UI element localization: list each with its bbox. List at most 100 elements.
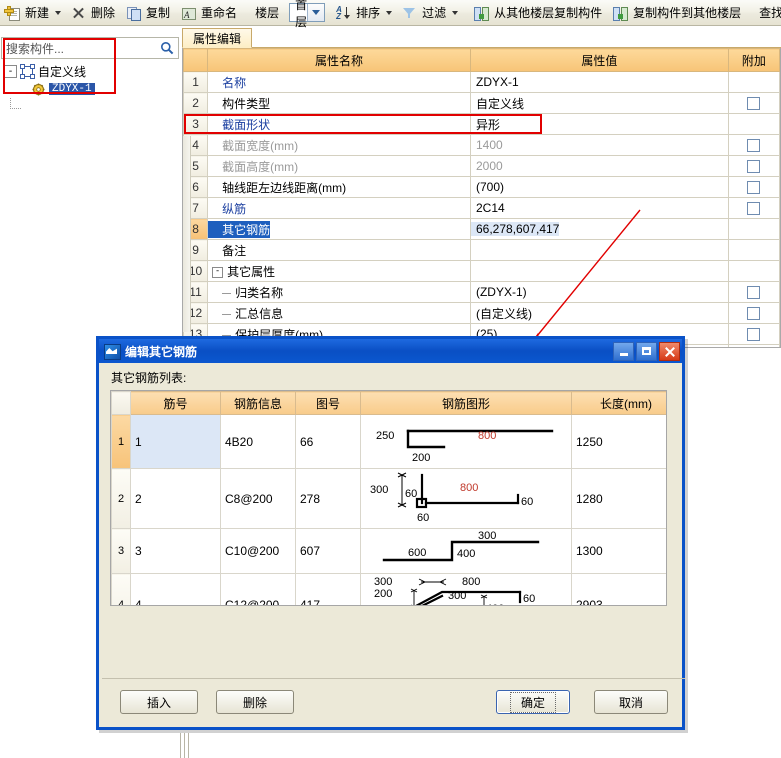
rebar-length-cell[interactable]: 1250 (571, 414, 666, 469)
property-name-cell[interactable]: 截面形状 (207, 113, 471, 135)
copy-button[interactable]: 复制 (121, 2, 176, 24)
attach-cell[interactable] (727, 197, 780, 219)
table-row[interactable]: 3 3 C10@200 607 600 400 300 1300 (111, 528, 666, 574)
property-value-cell[interactable]: 2000 (469, 155, 729, 177)
table-row[interactable]: 2 构件类型 自定义线 (183, 92, 780, 114)
property-value-cell[interactable]: (自定义线) (469, 302, 729, 324)
chevron-down-icon[interactable] (307, 4, 325, 21)
property-name-cell[interactable]: 截面高度(mm) (207, 155, 471, 177)
attach-cell[interactable] (727, 302, 780, 324)
close-icon[interactable] (659, 341, 680, 361)
attach-checkbox[interactable] (747, 139, 761, 153)
property-name-cell[interactable]: 轴线距左边线距离(mm) (207, 176, 471, 198)
collapse-expander-icon[interactable]: - (4, 64, 17, 78)
property-value-cell[interactable]: ZDYX-1 (469, 71, 729, 93)
rebar-tuhao-cell[interactable]: 278 (295, 468, 361, 529)
attach-cell[interactable] (727, 134, 780, 156)
tree-item-zdyx-1[interactable]: ZDYX-1 (4, 80, 154, 98)
rebar-shape-cell[interactable]: 250 200 800 (360, 414, 572, 469)
chevron-down-icon[interactable] (452, 10, 459, 15)
property-name-cell[interactable]: 构件类型 (207, 92, 471, 114)
property-value-cell[interactable]: 2C14 (469, 197, 729, 219)
maximize-icon[interactable] (636, 341, 657, 361)
table-row[interactable]: 44C12@200417 300 200 520 200 800 300 (111, 573, 666, 605)
property-name-cell[interactable]: - 其它属性 (207, 260, 471, 282)
property-name-cell[interactable]: 其它钢筋 (207, 218, 471, 240)
property-grid-scrollbar[interactable] (183, 136, 191, 332)
property-name-cell[interactable]: 备注 (207, 239, 471, 261)
property-value-cell[interactable]: 66,278,607,417 (469, 218, 729, 240)
property-value-cell[interactable] (469, 260, 729, 282)
floor-select[interactable]: 首层 (289, 0, 326, 29)
attach-checkbox[interactable] (747, 328, 761, 342)
rebar-shape-cell[interactable]: 300 60 60 800 60 (360, 468, 572, 529)
rebar-tuhao-cell[interactable]: 607 (295, 528, 361, 574)
attach-cell[interactable] (727, 323, 780, 345)
table-row[interactable]: 1 名称 ZDYX-1 (183, 71, 780, 93)
attach-checkbox[interactable] (747, 307, 761, 321)
copy-from-other-floor-button[interactable]: 从其他楼层复制构件 (469, 2, 608, 24)
rebar-number-cell[interactable]: 1 (130, 414, 221, 469)
table-row[interactable]: 4 截面宽度(mm) 1400 (183, 134, 780, 156)
cancel-button[interactable]: 取消 (594, 690, 668, 714)
rebar-length-cell[interactable]: 2903 (571, 573, 666, 605)
rebar-info-cell[interactable]: 4B20 (220, 414, 296, 469)
filter-button[interactable]: 过滤 (397, 2, 463, 24)
table-row[interactable]: 3 截面形状 异形 (183, 113, 780, 135)
property-name-cell[interactable]: 归类名称 (207, 281, 471, 303)
table-row[interactable]: 10- 其它属性 (183, 260, 780, 282)
property-name-cell[interactable]: 名称 (207, 71, 471, 93)
rebar-length-cell[interactable]: 1300 (571, 528, 666, 574)
table-row[interactable]: 6 轴线距左边线距离(mm) (700) (183, 176, 780, 198)
tree-node-custom-line[interactable]: - 自定义线 (4, 62, 154, 80)
attach-checkbox[interactable] (747, 160, 761, 174)
rebar-info-cell[interactable]: C8@200 (220, 468, 296, 529)
rebar-tuhao-cell[interactable]: 417 (295, 573, 361, 605)
attach-checkbox[interactable] (747, 202, 761, 216)
tab-property-edit[interactable]: 属性编辑 (182, 28, 253, 48)
property-name-cell[interactable]: 纵筋 (207, 197, 471, 219)
attach-cell[interactable] (727, 155, 780, 177)
delete-row-button[interactable]: 删除 (216, 690, 294, 714)
table-row[interactable]: 9 备注 (183, 239, 780, 261)
attach-checkbox[interactable] (747, 97, 761, 111)
table-row[interactable]: 7 纵筋 2C14 (183, 197, 780, 219)
property-name-cell[interactable]: 截面宽度(mm) (207, 134, 471, 156)
attach-cell[interactable] (727, 281, 780, 303)
property-name-cell[interactable]: 汇总信息 (207, 302, 471, 324)
property-value-cell[interactable]: 异形 (469, 113, 729, 135)
property-value-cell[interactable]: (700) (469, 176, 729, 198)
chevron-down-icon[interactable] (55, 10, 62, 15)
rebar-number-cell[interactable]: 4 (130, 573, 221, 605)
rebar-number-cell[interactable]: 3 (130, 528, 221, 574)
copy-to-other-floor-button[interactable]: 复制构件到其他楼层 (608, 2, 747, 24)
search-icon[interactable] (156, 41, 178, 55)
attach-checkbox[interactable] (747, 181, 761, 195)
table-row[interactable]: 8 其它钢筋 66,278,607,417 (183, 218, 780, 240)
ok-button[interactable]: 确定 (496, 690, 570, 714)
attach-checkbox[interactable] (747, 286, 761, 300)
rebar-shape-cell[interactable]: 300 200 520 200 800 300 300 400 250 60 (360, 573, 572, 605)
table-row[interactable]: 5 截面高度(mm) 2000 (183, 155, 780, 177)
attach-cell[interactable] (727, 92, 780, 114)
rebar-tuhao-cell[interactable]: 66 (295, 414, 361, 469)
chevron-down-icon[interactable] (386, 10, 393, 15)
group-collapse-icon[interactable]: - (212, 266, 224, 278)
attach-cell[interactable] (727, 176, 780, 198)
property-value-cell[interactable]: 1400 (469, 134, 729, 156)
rebar-shape-cell[interactable]: 600 400 300 (360, 528, 572, 574)
property-value-cell[interactable]: 自定义线 (469, 92, 729, 114)
sort-button[interactable]: AZ 排序 (331, 2, 397, 24)
dialog-titlebar[interactable]: 编辑其它钢筋 (99, 339, 682, 363)
property-value-cell[interactable] (469, 239, 729, 261)
rename-button[interactable]: A 重命名 (176, 2, 243, 24)
rebar-length-cell[interactable]: 1280 (571, 468, 666, 529)
table-row[interactable]: 11 归类名称 (ZDYX-1) (183, 281, 780, 303)
insert-button[interactable]: 插入 (120, 690, 198, 714)
rebar-number-cell[interactable]: 2 (130, 468, 221, 529)
search-input[interactable]: 搜索构件... (1, 37, 179, 59)
find-button[interactable]: 查找 (753, 2, 781, 24)
table-row[interactable]: 2 2 C8@200 278 300 60 60 800 60 1280 (111, 468, 666, 529)
table-row[interactable]: 1 1 4B20 66 250 200 800 1250 (111, 414, 666, 469)
property-value-cell[interactable]: (ZDYX-1) (469, 281, 729, 303)
